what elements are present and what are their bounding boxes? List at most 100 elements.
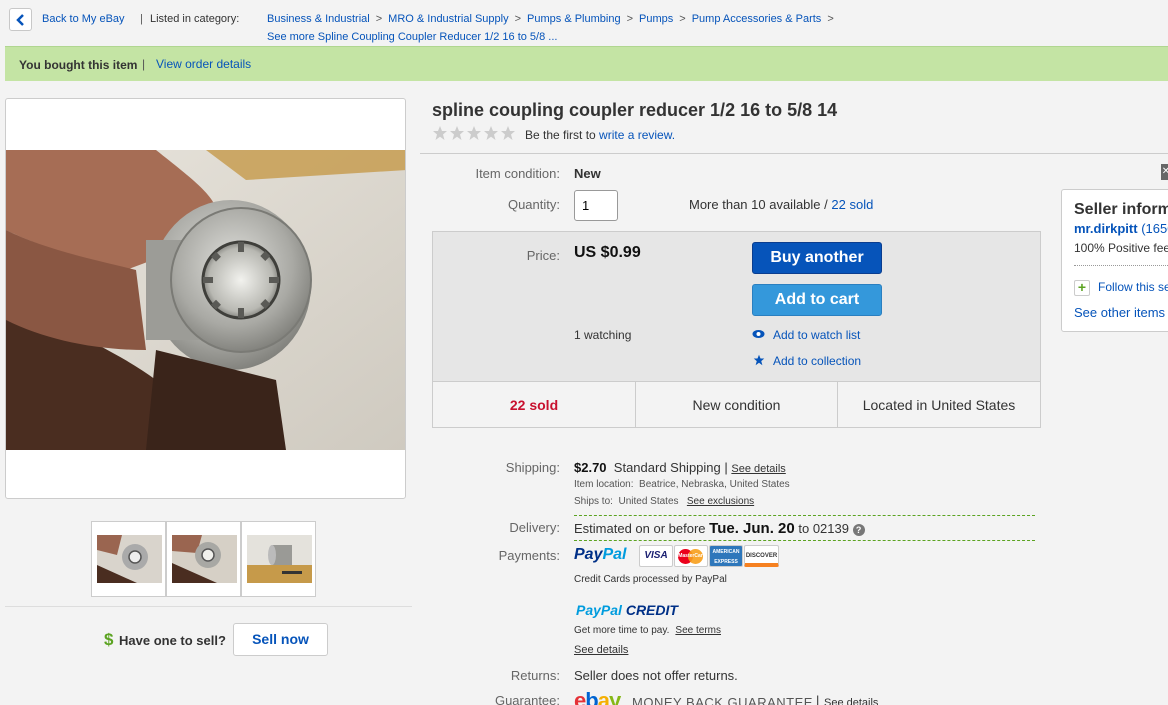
delivery-prefix: Estimated on or before (574, 521, 706, 536)
listed-in-label: Listed in category: (150, 13, 240, 25)
money-back-guarantee-text: MONEY BACK GUARANTEE (632, 695, 813, 705)
seller-name-link[interactable]: mr.dirkpitt (1074, 221, 1138, 236)
amex-icon: AMERICAN EXPRESS (709, 545, 743, 567)
mastercard-text: MasterCard (678, 553, 706, 559)
ships-to-label: Ships to: (574, 496, 613, 507)
plus-icon[interactable]: + (1074, 280, 1090, 296)
sell-now-button[interactable]: Sell now (233, 623, 328, 656)
delivery-date: Tue. Jun. 20 (709, 520, 795, 537)
sold-count-link[interactable]: 22 sold (831, 197, 873, 212)
chevron-left-icon (16, 14, 24, 26)
thumbnail-photo (172, 535, 237, 583)
image-viewer[interactable] (5, 98, 406, 499)
quantity-input[interactable] (574, 190, 618, 221)
category-link[interactable]: Business & Industrial (267, 13, 370, 25)
ebay-logo-letter: e (574, 688, 586, 705)
divider (420, 153, 1168, 154)
chevron-right-icon: > (375, 13, 383, 25)
ships-to: Ships to: United States See exclusions (574, 496, 754, 507)
condition-value: New (574, 166, 601, 181)
seller-positive-feedback: 100% Positive feedback (1074, 241, 1168, 255)
back-to-my-ebay-link[interactable]: Back to My eBay (42, 13, 125, 25)
credit-note-text: Get more time to pay. (574, 625, 670, 636)
eye-icon (752, 330, 765, 338)
buy-another-button[interactable]: Buy another (752, 242, 882, 274)
stat-condition: New condition (636, 382, 838, 428)
paypal-logo: PayPal (574, 546, 626, 564)
close-icon[interactable]: ✕ (1161, 164, 1168, 180)
stat-sold[interactable]: 22 sold (433, 382, 636, 428)
category-link[interactable]: Pump Accessories & Parts (692, 13, 822, 25)
quantity-label: Quantity: (507, 197, 560, 212)
thumbnail-3[interactable] (241, 521, 316, 597)
thumbnail-photo (97, 535, 162, 583)
see-more-link[interactable]: See more Spline Coupling Coupler Reducer… (267, 31, 557, 43)
chevron-right-icon: > (827, 13, 834, 25)
seller-heading: Seller information (1074, 201, 1168, 218)
see-other-items-link[interactable]: See other items (1074, 305, 1165, 320)
see-terms-link[interactable]: See terms (675, 625, 721, 636)
mastercard-icon: MasterCard (674, 545, 708, 567)
category-link[interactable]: MRO & Industrial Supply (388, 13, 508, 25)
have-one-to-sell-text: Have one to sell? (119, 633, 226, 648)
thumbnail-photo (247, 535, 312, 583)
view-order-details-link[interactable]: View order details (156, 57, 251, 71)
ebay-logo-letter: b (585, 688, 598, 705)
back-button[interactable] (9, 8, 32, 31)
paypal-logo-part: Pay (574, 546, 603, 563)
help-icon[interactable]: ? (852, 523, 865, 536)
product-photo (6, 150, 405, 450)
item-title: spline coupling coupler reducer 1/2 16 t… (432, 100, 838, 120)
thumbnail-1[interactable] (91, 521, 166, 597)
see-exclusions-link[interactable]: See exclusions (687, 496, 754, 507)
write-review-link[interactable]: write a review. (599, 128, 675, 142)
guarantee-separator: | (816, 693, 820, 705)
category-link[interactable]: Pumps (639, 13, 673, 25)
paypal-credit-part: CREDIT (621, 602, 678, 618)
add-to-cart-button[interactable]: Add to cart (752, 284, 882, 316)
review-prefix: Be the first to (525, 128, 596, 142)
star-icon (753, 354, 765, 366)
ebay-logo-letter: y (608, 688, 621, 705)
guarantee-details-link[interactable]: See details (824, 697, 878, 705)
returns-value: Seller does not offer returns. (574, 668, 738, 683)
shipping-value: $2.70 Standard Shipping | See details (574, 460, 786, 475)
returns-label: Returns: (510, 668, 560, 683)
divider (574, 540, 1035, 541)
payments-label: Payments: (498, 548, 560, 563)
seller-info-panel: Seller information mr.dirkpitt (1650 100… (1061, 189, 1168, 332)
chevron-right-icon: > (679, 13, 686, 25)
availability-count: More than 10 available / (689, 197, 828, 212)
delivery-value: Estimated on or before Tue. Jun. 20 to 0… (574, 520, 865, 537)
dollar-icon: $ (104, 630, 114, 649)
item-location: Item location: Beatrice, Nebraska, Unite… (574, 479, 790, 490)
thumbnail-2[interactable] (166, 521, 241, 597)
price-label: Price: (526, 248, 560, 263)
ebay-logo-letter: a (597, 688, 610, 705)
credit-note: Get more time to pay. See terms (574, 625, 721, 636)
ebay-logo: ebay (574, 688, 621, 705)
chevron-right-icon: > (514, 13, 522, 25)
shipping-label: Shipping: (505, 460, 560, 475)
seller-score[interactable]: (1650 (1141, 221, 1168, 236)
discover-icon: DISCOVER (744, 545, 779, 567)
add-to-collection-link[interactable]: Add to collection (773, 354, 861, 368)
delivery-label: Delivery: (509, 520, 560, 535)
paypal-logo-part: Pal (602, 546, 627, 563)
availability-text: More than 10 available / 22 sold (689, 197, 873, 212)
credit-see-details-link[interactable]: See details (574, 644, 628, 656)
breadcrumb-separator: | (140, 13, 143, 25)
bought-text: You bought this item (19, 58, 138, 72)
paypal-credit-part: PayPal (576, 602, 622, 618)
watching-count: 1 watching (574, 328, 632, 342)
review-prompt: Be the first to write a review. (525, 128, 675, 142)
price-value: US $0.99 (574, 244, 641, 261)
shipping-details-link[interactable]: See details (731, 463, 785, 475)
divider (574, 515, 1035, 516)
stats-row: 22 sold New condition Located in United … (433, 381, 1040, 428)
add-to-watch-list-link[interactable]: Add to watch list (773, 328, 860, 342)
stat-location: Located in United States (862, 397, 1016, 413)
category-link[interactable]: Pumps & Plumbing (527, 13, 621, 25)
item-location-value: Beatrice, Nebraska, United States (639, 479, 790, 490)
follow-seller-link[interactable]: Follow this seller (1098, 280, 1168, 294)
